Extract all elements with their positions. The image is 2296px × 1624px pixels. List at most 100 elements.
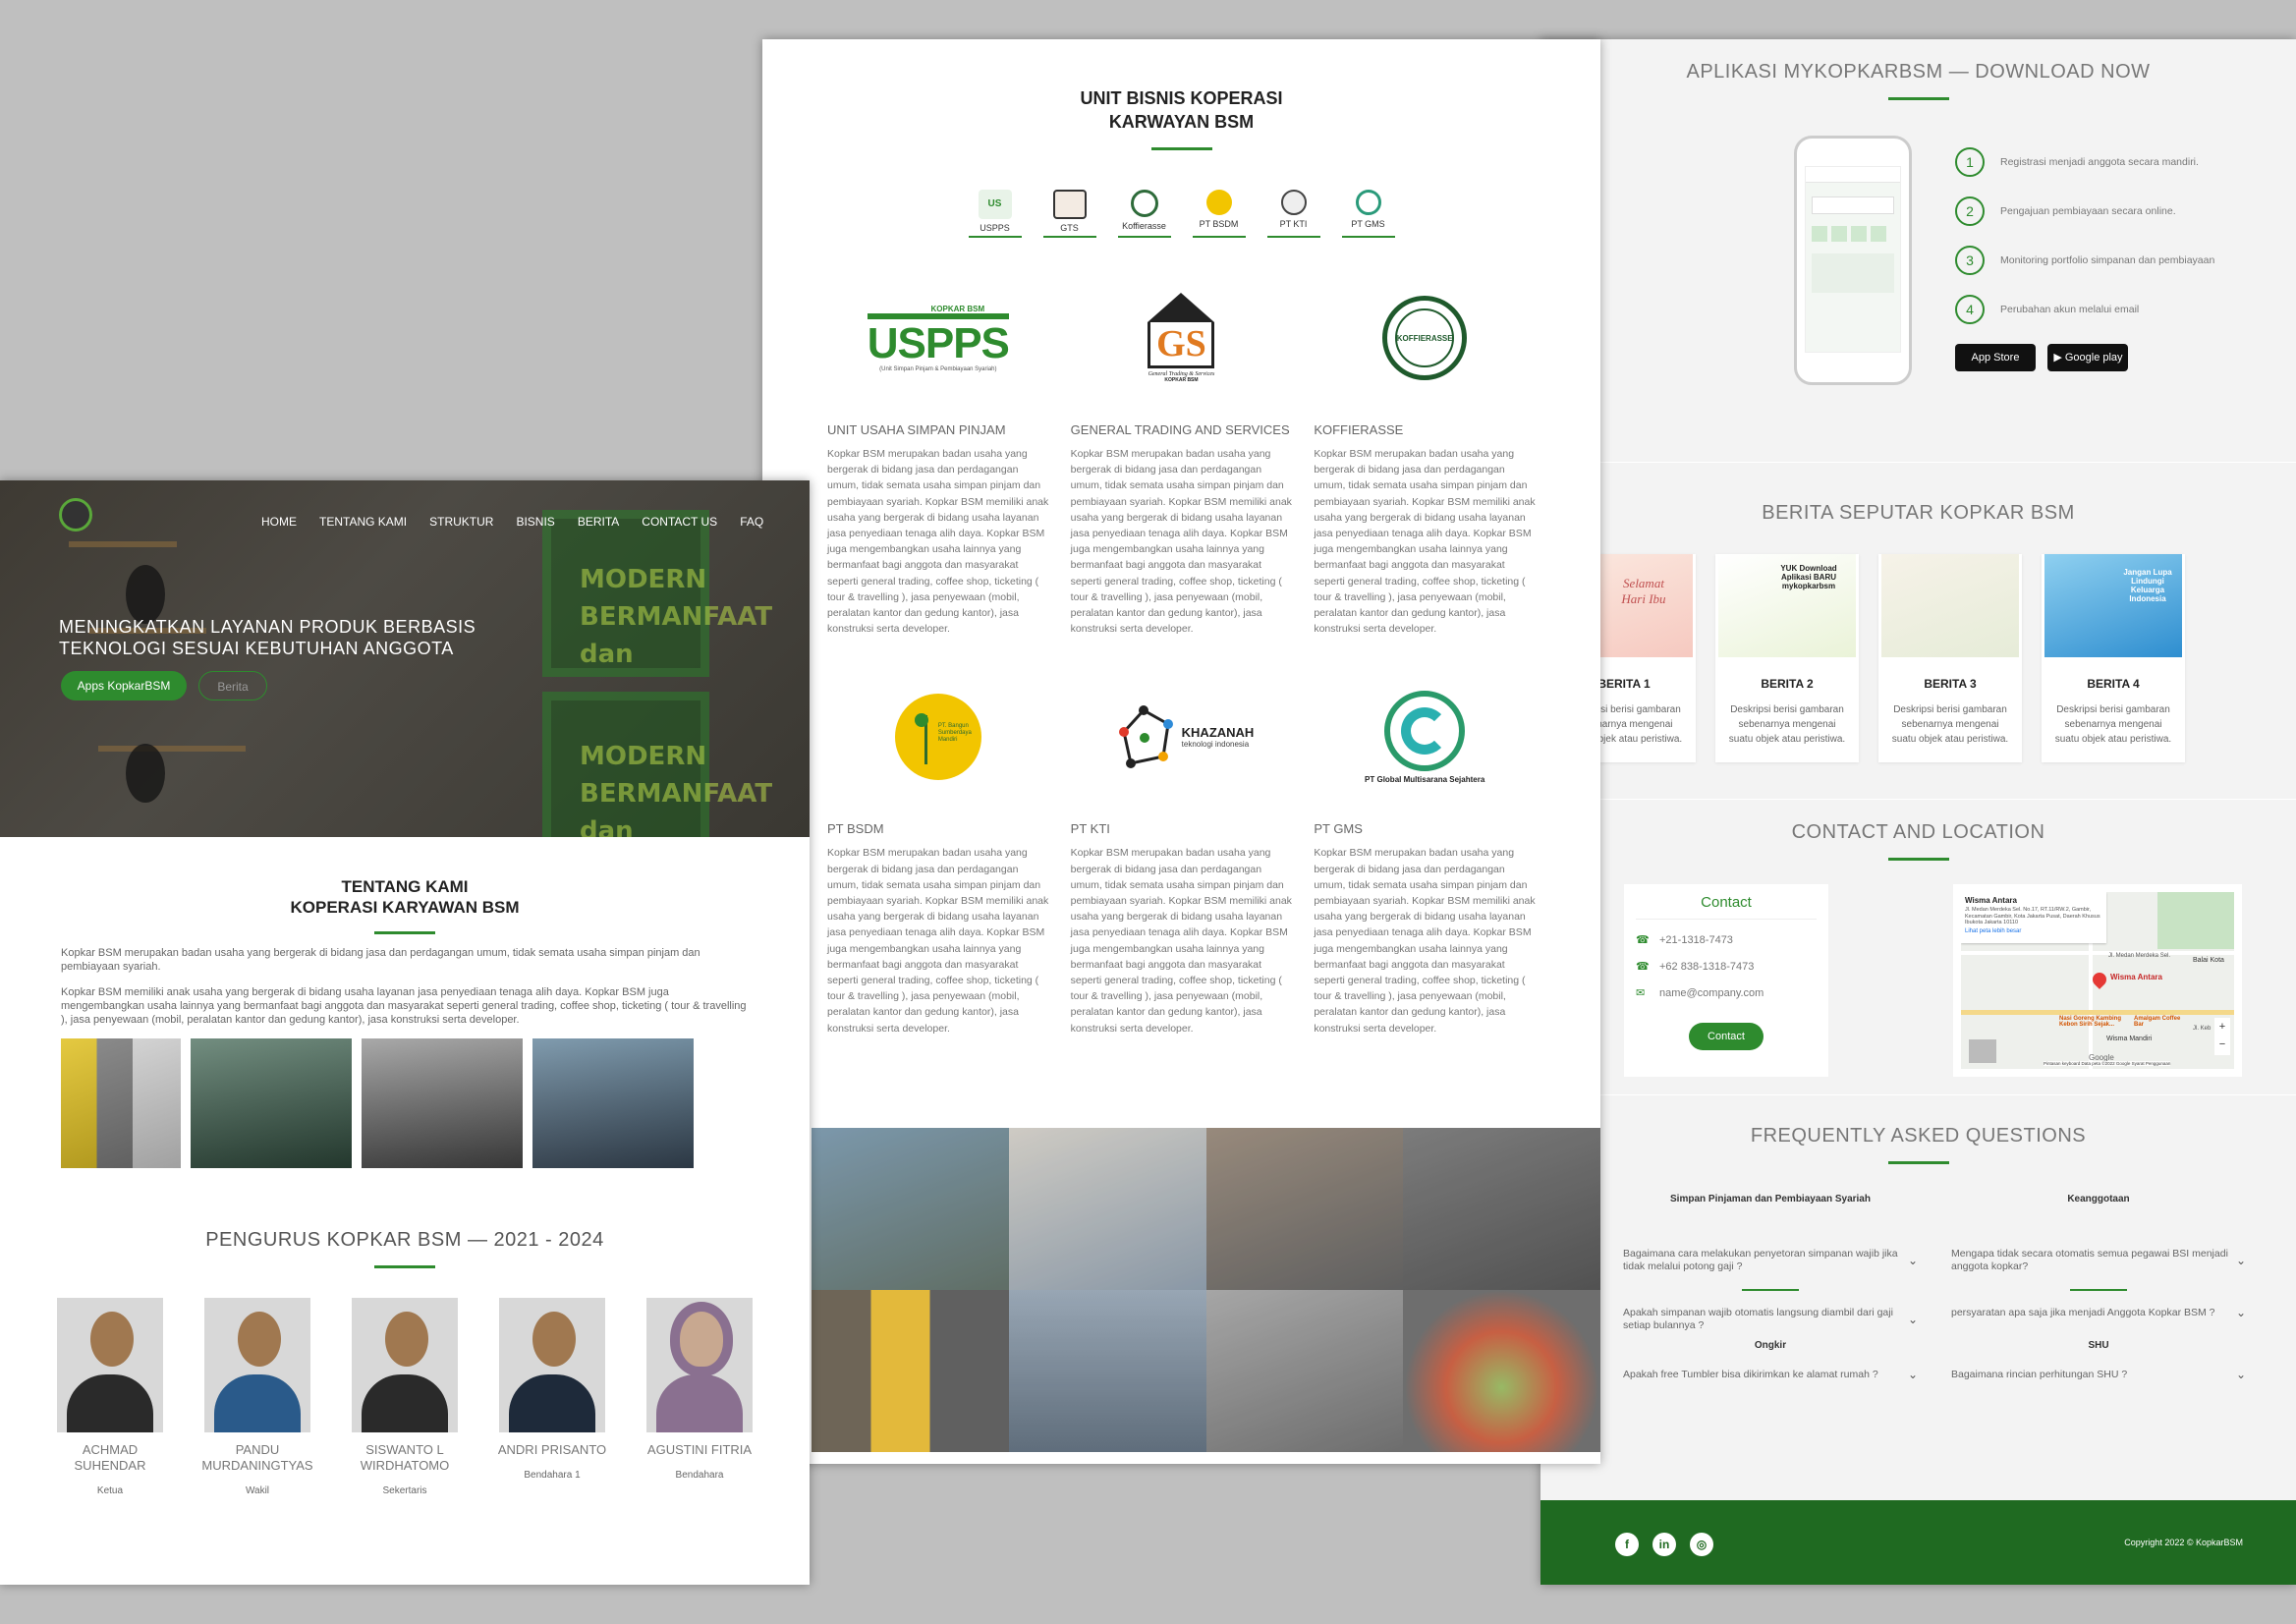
title-divider xyxy=(374,931,435,934)
contact-phone-1: ☎ +21-1318-7473 xyxy=(1636,933,1817,947)
map-larger-link[interactable]: Lihat peta lebih besar xyxy=(1965,928,2102,934)
chevron-down-icon: ⌄ xyxy=(1907,1253,1918,1267)
team-member-role: Bendahara xyxy=(675,1470,724,1481)
unit-tab-pt-gms[interactable]: PT GMS xyxy=(1341,190,1395,238)
team-title: PENGURUS KOPKAR BSM — 2021 - 2024 xyxy=(205,1229,604,1251)
nav-contact-us[interactable]: CONTACT US xyxy=(642,515,717,529)
facebook-icon[interactable]: f xyxy=(1615,1533,1639,1556)
kopkar-logo[interactable] xyxy=(59,498,92,532)
nav-tentang-kami[interactable]: TENTANG KAMI xyxy=(319,515,407,529)
chevron-down-icon: ⌄ xyxy=(2235,1306,2246,1319)
chevron-down-icon: ⌄ xyxy=(2235,1368,2246,1381)
gallery-photo xyxy=(1403,1128,1600,1290)
contact-email-text[interactable]: name@company.com xyxy=(1659,987,1764,999)
team-list: ACHMAD SUHENDAR Ketua PANDU MURDANINGTYA… xyxy=(0,1298,810,1496)
team-member-photo xyxy=(204,1298,310,1432)
map-thumbnail[interactable] xyxy=(1969,1039,1996,1063)
apps-kopkarbsm-button[interactable]: Apps KopkarBSM xyxy=(61,671,187,700)
unit-tab-uspps[interactable]: US USPPS xyxy=(968,190,1022,238)
faq-question-text: persyaratan apa saja jika menjadi Anggot… xyxy=(1951,1307,2215,1318)
faq-section: FREQUENTLY ASKED QUESTIONS Simpan Pinjam… xyxy=(1540,1095,2296,1542)
step-text: Perubahan akun melalui email xyxy=(2000,304,2140,315)
gts-logo-sub2: KOPKAR BSM xyxy=(1164,377,1199,383)
unit-tab-label: Koffierasse xyxy=(1122,221,1166,231)
contact-phone-2-text[interactable]: +62 838-1318-7473 xyxy=(1659,961,1754,973)
contact-email: ✉ name@company.com xyxy=(1636,986,1817,1000)
title-divider xyxy=(1887,97,1949,100)
app-feature-step: 4 Perubahan akun melalui email xyxy=(1955,295,2269,324)
nav-bisnis[interactable]: BISNIS xyxy=(516,515,554,529)
faq-question[interactable]: Apakah simpanan wajib otomatis langsung … xyxy=(1623,1307,1918,1332)
news-description: Deskripsi berisi gambaran sebenarnya men… xyxy=(1891,704,2009,745)
map-zoom-controls[interactable]: + − xyxy=(2214,1018,2230,1055)
team-member-name: ANDRI PRISANTO xyxy=(497,1442,607,1457)
gts-logo: GS General Trading & Services KOPKAR BSM xyxy=(1071,259,1293,417)
step-number: 1 xyxy=(1955,147,1985,177)
nav-berita[interactable]: BERITA xyxy=(578,515,619,529)
app-store-button[interactable]: App Store xyxy=(1955,344,2036,371)
step-number: 4 xyxy=(1955,295,1985,324)
step-number: 3 xyxy=(1955,246,1985,275)
team-member: AGUSTINI FITRIA Bendahara xyxy=(641,1298,758,1496)
faq-question[interactable]: Bagaimana cara melakukan penyetoran simp… xyxy=(1623,1248,1918,1273)
pt-kti-logo: KHAZANAH teknologi indonesia xyxy=(1071,658,1293,815)
nav-home[interactable]: HOME xyxy=(261,515,297,529)
leaf-decor xyxy=(126,744,165,803)
team-member: PANDU MURDANINGTYAS Wakil xyxy=(198,1298,316,1496)
usppps-logo-text: USPPS xyxy=(867,312,1010,366)
news-description: Deskripsi berisi gambaran sebenarnya men… xyxy=(2054,704,2172,745)
team-member-name: SISWANTO L WIRDHATOMO xyxy=(360,1442,450,1473)
map-embed[interactable]: Wisma Antara Jl. Medan Merdeka Sel. No.1… xyxy=(1953,884,2242,1077)
team-member-name: ACHMAD SUHENDAR xyxy=(74,1442,146,1473)
news-card[interactable]: YUK Download Aplikasi BARU mykopkarbsm B… xyxy=(1715,554,1859,762)
berita-button[interactable]: Berita xyxy=(198,671,267,700)
unit-tab-gts[interactable]: GTS xyxy=(1042,190,1096,238)
instagram-icon[interactable]: ◎ xyxy=(1690,1533,1713,1556)
faq-question-text: Apakah simpanan wajib otomatis langsung … xyxy=(1623,1307,1893,1331)
unit-tab-pt-bsdm[interactable]: PT BSDM xyxy=(1192,190,1246,238)
gallery-photo xyxy=(1008,1290,1206,1452)
hero-decor-text: MODERN BERMANFAAT dan xyxy=(580,742,773,837)
unit-description: Kopkar BSM merupakan badan usaha yang be… xyxy=(1314,448,1536,636)
contact-phone-1-text[interactable]: +21-1318-7473 xyxy=(1659,934,1733,946)
faq-column-right: Keanggotaan Mengapa tidak secara otomati… xyxy=(1951,1194,2246,1381)
chevron-down-icon: ⌄ xyxy=(1907,1312,1918,1326)
news-card[interactable]: BERITA 3 Deskripsi berisi gambaran seben… xyxy=(1878,554,2022,762)
contact-button[interactable]: Contact xyxy=(1689,1023,1764,1050)
news-title: BERITA 3 xyxy=(1924,677,1977,691)
google-play-button[interactable]: ▶ Google play xyxy=(2047,344,2129,371)
title-divider xyxy=(1150,147,1212,150)
site-footer: f in ◎ Copyright 2022 © KopkarBSM xyxy=(1540,1500,2296,1585)
linkedin-icon[interactable]: in xyxy=(1652,1533,1676,1556)
unit-card: KHAZANAH teknologi indonesia PT KTI Kopk… xyxy=(1071,658,1293,1036)
about-photo xyxy=(362,1038,523,1168)
unit-description: Kopkar BSM merupakan badan usaha yang be… xyxy=(827,847,1049,1035)
faq-question-text: Mengapa tidak secara otomatis semua pega… xyxy=(1951,1248,2228,1272)
unit-grid-row-1: KOPKAR BSM USPPS (Unit Simpan Pinjam & P… xyxy=(762,259,1600,637)
gallery-photo xyxy=(1205,1290,1404,1452)
unit-tab-koffierasse[interactable]: Koffierasse xyxy=(1117,190,1171,238)
app-feature-step: 1 Registrasi menjadi anggota secara mandi… xyxy=(1955,147,2269,177)
unit-tab-pt-kti[interactable]: PT KTI xyxy=(1266,190,1320,238)
hero-title: MENINGKATKAN LAYANAN PRODUK BERBASIS TEK… xyxy=(59,617,476,658)
app-section-title: APLIKASI MYKOPKARBSM — DOWNLOAD NOW xyxy=(1686,61,2151,83)
pt-gms-logo: PT Global Multisarana Sejahtera xyxy=(1314,658,1536,815)
team-member-role: Sekertaris xyxy=(382,1485,427,1496)
units-title-line-2: KARWAYAN BSM xyxy=(1108,112,1255,132)
map-street-label: Jl. Medan Merdeka Sel. xyxy=(2108,953,2171,959)
phone-icon: ☎ xyxy=(1636,961,1650,973)
news-title: BERITA 4 xyxy=(2087,677,2140,691)
unit-card: KOFFIERASSE KOFFIERASSE Kopkar BSM merup… xyxy=(1314,259,1536,637)
nav-struktur[interactable]: STRUKTUR xyxy=(429,515,493,529)
news-card[interactable]: Jangan Lupa Lindungi Keluarga Indonesia … xyxy=(2042,554,2185,762)
nav-faq[interactable]: FAQ xyxy=(740,515,763,529)
faq-question[interactable]: persyaratan apa saja jika menjadi Anggot… xyxy=(1951,1307,2246,1319)
team-member-name: PANDU MURDANINGTYAS xyxy=(201,1442,313,1473)
unit-tab-label: USPPS xyxy=(980,223,1010,233)
faq-question[interactable]: Mengapa tidak secara otomatis semua pega… xyxy=(1951,1248,2246,1273)
faq-question[interactable]: Apakah free Tumbler bisa dikirimkan ke a… xyxy=(1623,1369,1918,1381)
khazanah-logo-sub: teknologi indonesia xyxy=(1181,740,1250,750)
contact-section-title: CONTACT AND LOCATION xyxy=(1791,821,2045,843)
faq-question[interactable]: Bagaimana rincian perhitungan SHU ? ⌄ xyxy=(1951,1369,2246,1381)
faq-category: Keanggotaan xyxy=(2067,1194,2130,1204)
